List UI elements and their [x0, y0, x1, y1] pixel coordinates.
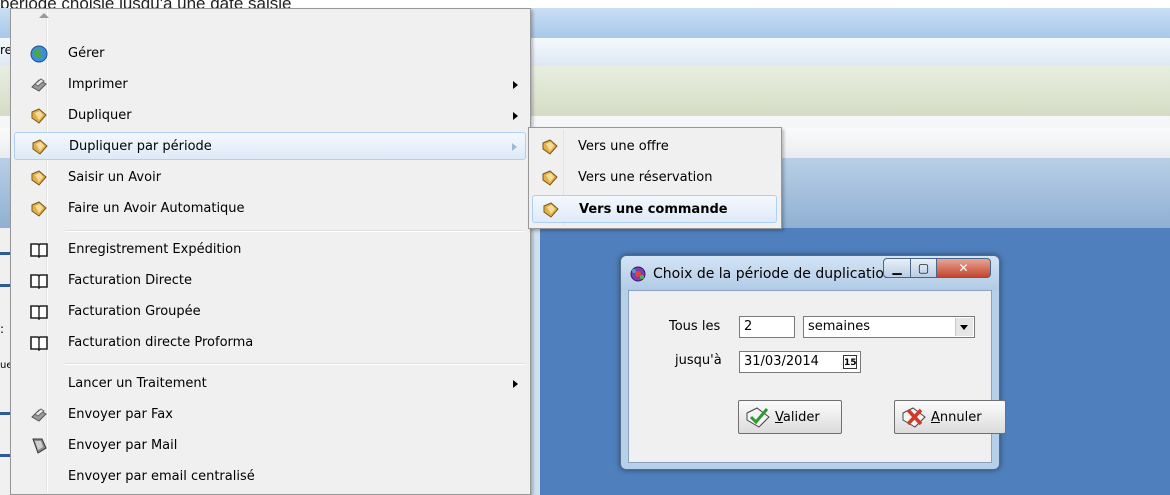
- duplicate-submenu: Vers une offre Vers une réservation Vers…: [528, 127, 782, 229]
- every-label: Tous les: [669, 319, 721, 334]
- until-date-value: 31/03/2014: [744, 354, 819, 369]
- menu-item-enregistrement-expedition[interactable]: Enregistrement Expédition: [14, 236, 526, 264]
- duplication-period-dialog: Choix de la période de duplication ▁ ▢ ✕…: [620, 255, 1006, 470]
- duplicate-icon: [31, 170, 47, 186]
- submenu-item-label: Vers une réservation: [578, 170, 713, 185]
- submenu-arrow-icon: [512, 143, 517, 151]
- app-icon: [630, 266, 646, 282]
- dialog-title: Choix de la période de duplication: [653, 266, 893, 282]
- context-menu: Gérer Imprimer Dupliquer Dupliquer par p…: [10, 8, 531, 495]
- menu-item-label: Lancer un Traitement: [68, 376, 207, 391]
- period-unit-value: semaines: [808, 319, 871, 334]
- menu-separator: [65, 363, 525, 365]
- book-icon: [30, 274, 48, 290]
- maximize-button[interactable]: ▢: [910, 258, 937, 278]
- submenu-item-reservation[interactable]: Vers une réservation: [532, 164, 777, 192]
- validate-label-rest: alider: [782, 410, 820, 425]
- menu-item-dupliquer-par-periode[interactable]: Dupliquer par période: [14, 132, 526, 160]
- menu-item-label: Faire un Avoir Automatique: [68, 201, 245, 216]
- fax-icon: [31, 408, 47, 422]
- menu-separator: [65, 230, 525, 232]
- menu-item-label: Facturation directe Proforma: [68, 335, 254, 350]
- duplicate-icon: [542, 139, 558, 155]
- menu-item-email-centralise[interactable]: Envoyer par email centralisé: [14, 463, 526, 491]
- menu-item-imprimer[interactable]: Imprimer: [14, 71, 526, 99]
- mail-icon: [32, 438, 47, 454]
- cancel-x-icon: [902, 407, 926, 428]
- book-icon: [30, 243, 48, 259]
- close-button[interactable]: ✕: [936, 258, 991, 278]
- chevron-down-icon[interactable]: [955, 318, 973, 336]
- menu-item-label: Dupliquer: [68, 108, 132, 123]
- minimize-icon: ▁: [892, 261, 902, 275]
- book-icon: [30, 305, 48, 321]
- menu-item-avoir-automatique[interactable]: Faire un Avoir Automatique: [14, 195, 526, 223]
- cancel-label-rest: nnuler: [939, 410, 982, 425]
- dialog-body: Tous les 2 semaines jusqu'à 31/03/2014 1…: [628, 290, 1006, 463]
- submenu-arrow-icon: [513, 112, 518, 120]
- checkmark-icon: [746, 407, 770, 428]
- submenu-item-commande[interactable]: Vers une commande: [532, 195, 777, 223]
- book-icon: [30, 336, 48, 352]
- every-count-value: 2: [744, 319, 753, 334]
- menu-item-saisir-avoir[interactable]: Saisir un Avoir: [14, 164, 526, 192]
- duplicate-icon: [31, 201, 47, 217]
- menu-item-envoyer-fax[interactable]: Envoyer par Fax: [14, 401, 526, 429]
- menu-item-facturation-groupee[interactable]: Facturation Groupée: [14, 298, 526, 326]
- menu-item-label: Envoyer par email centralisé: [68, 469, 255, 484]
- calendar-icon[interactable]: 15: [843, 355, 857, 369]
- background-fragment-2: :: [0, 322, 5, 336]
- validate-button[interactable]: Valider: [738, 400, 842, 434]
- menu-item-label: Saisir un Avoir: [68, 170, 162, 185]
- minimize-button[interactable]: ▁: [883, 258, 911, 278]
- cancel-button[interactable]: Annuler: [894, 400, 1006, 434]
- menu-item-label: Envoyer par Mail: [68, 438, 178, 453]
- submenu-item-offre[interactable]: Vers une offre: [532, 133, 777, 161]
- menu-item-facturation-proforma[interactable]: Facturation directe Proforma: [14, 329, 526, 357]
- every-count-input[interactable]: 2: [739, 316, 795, 338]
- menu-item-label: Gérer: [68, 46, 105, 61]
- cancel-mnemonic: A: [931, 410, 940, 425]
- validate-mnemonic: V: [775, 410, 783, 425]
- dialog-titlebar[interactable]: Choix de la période de duplication ▁ ▢ ✕: [621, 256, 999, 290]
- submenu-arrow-icon: [513, 380, 518, 388]
- submenu-arrow-icon: [513, 81, 518, 89]
- globe-icon: [30, 45, 48, 63]
- menu-item-gerer[interactable]: Gérer: [14, 40, 526, 68]
- background-mark: [0, 284, 10, 287]
- until-label: jusqu'à: [675, 353, 722, 368]
- menu-item-label: Dupliquer par période: [69, 139, 212, 154]
- duplicate-icon: [542, 170, 558, 186]
- period-unit-select[interactable]: semaines: [803, 316, 975, 338]
- menu-item-facturation-directe[interactable]: Facturation Directe: [14, 267, 526, 295]
- submenu-item-label: Vers une offre: [578, 139, 669, 154]
- duplicate-icon: [32, 139, 48, 155]
- scroll-up-icon[interactable]: [39, 13, 49, 18]
- background-mark: [0, 454, 10, 457]
- duplicate-icon: [31, 108, 47, 124]
- printer-icon: [31, 78, 47, 92]
- validate-label: Valider: [775, 410, 820, 425]
- duplicate-icon: [543, 202, 559, 218]
- menu-item-dupliquer[interactable]: Dupliquer: [14, 102, 526, 130]
- menu-item-label: Imprimer: [68, 77, 128, 92]
- maximize-icon: ▢: [917, 261, 930, 275]
- menu-item-label: Facturation Groupée: [68, 304, 201, 319]
- until-date-input[interactable]: 31/03/2014 15: [739, 351, 861, 373]
- submenu-item-label: Vers une commande: [579, 202, 728, 217]
- menu-item-lancer-traitement[interactable]: Lancer un Traitement: [14, 370, 526, 398]
- menu-item-label: Envoyer par Fax: [68, 407, 173, 422]
- menu-item-envoyer-mail[interactable]: Envoyer par Mail: [14, 432, 526, 460]
- close-icon: ✕: [958, 261, 969, 275]
- background-mark: [0, 412, 10, 415]
- menu-item-label: Facturation Directe: [68, 273, 193, 288]
- menu-item-label: Enregistrement Expédition: [68, 242, 242, 257]
- cancel-label: Annuler: [931, 410, 982, 425]
- background-mark: [0, 252, 10, 255]
